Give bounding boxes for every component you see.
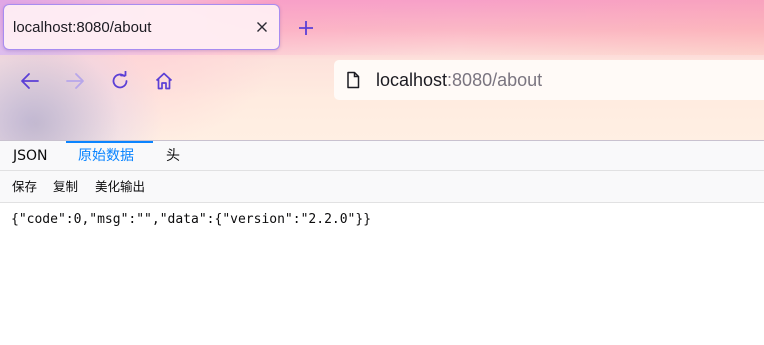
tab-headers[interactable]: 头 — [154, 141, 192, 171]
raw-json-text: {"code":0,"msg":"","data":{"version":"2.… — [11, 212, 372, 227]
raw-toolbar: 保存 复制 美化输出 — [0, 171, 764, 203]
arrow-left-icon[interactable] — [15, 66, 45, 96]
url-path: :8080/about — [447, 70, 543, 90]
pretty-print-button[interactable]: 美化输出 — [95, 171, 145, 202]
url-text: localhost:8080/about — [376, 70, 542, 91]
url-bar[interactable]: localhost:8080/about — [334, 60, 764, 100]
viewer-tabbar: JSON 原始数据 头 — [0, 140, 764, 171]
copy-button[interactable]: 复制 — [53, 171, 78, 202]
plus-icon[interactable] — [292, 14, 320, 42]
tab-title: localhost:8080/about — [13, 19, 152, 36]
save-button[interactable]: 保存 — [12, 171, 37, 202]
browser-chrome: localhost:8080/about localhost:8080/abou… — [0, 0, 764, 140]
browser-tab[interactable]: localhost:8080/about — [3, 4, 280, 50]
arrow-right-icon[interactable] — [60, 66, 90, 96]
close-icon[interactable] — [250, 15, 274, 39]
tab-json[interactable]: JSON — [1, 141, 60, 171]
page-icon — [344, 71, 362, 89]
url-host: localhost — [376, 70, 448, 90]
home-icon[interactable] — [149, 66, 179, 96]
tab-raw-data[interactable]: 原始数据 — [66, 141, 153, 171]
reload-icon[interactable] — [105, 66, 135, 96]
